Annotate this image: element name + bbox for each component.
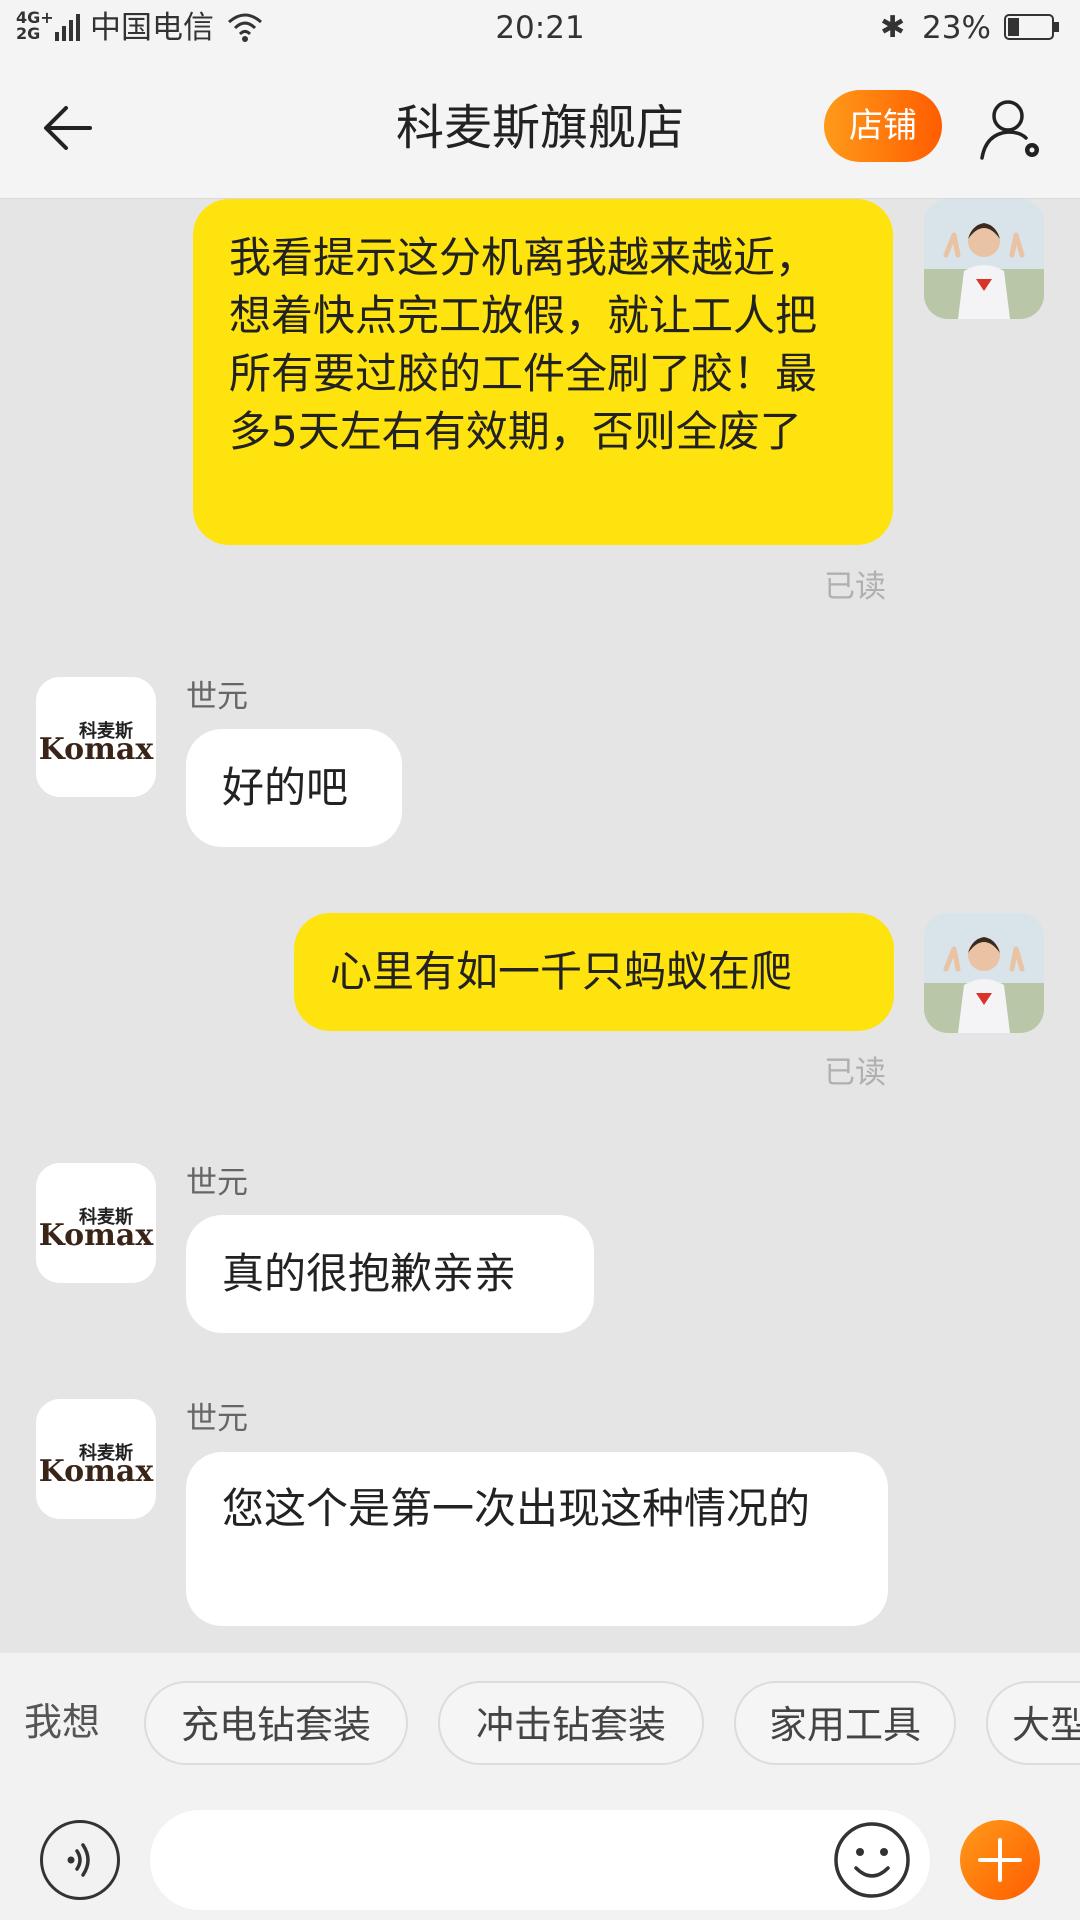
chat-messages[interactable]: 我看提示这分机离我越来越近，想着快点完工放假，就让工人把所有要过胶的工件全刷了胶…	[0, 199, 1080, 1653]
voice-waves	[67, 1843, 90, 1877]
message-text: 真的很抱歉亲亲	[222, 1249, 517, 1298]
read-status: 已读	[824, 1055, 886, 1091]
svg-text:Komax: Komax	[39, 1218, 155, 1253]
back-arrow-icon[interactable]	[40, 98, 100, 158]
komax-logo: 科麦斯 Komax	[39, 1442, 155, 1489]
input-bar	[0, 1800, 1080, 1920]
user-photo	[924, 199, 1044, 319]
user-photo	[924, 913, 1044, 1033]
signal-icon	[55, 14, 80, 41]
suggestion-bar: 我想 充电钻套装 冲击钻套装 家用工具 大型	[0, 1653, 1080, 1800]
my-avatar[interactable]	[924, 199, 1044, 319]
message-text: 好的吧	[222, 763, 349, 812]
read-status: 已读	[824, 569, 886, 605]
shop-avatar[interactable]: 科麦斯 Komax	[36, 677, 156, 797]
suggestion-chip[interactable]: 大型	[986, 1681, 1080, 1765]
battery-percent: 23%	[922, 10, 991, 46]
status-time: 20:21	[495, 10, 585, 46]
message-text: 您这个是第一次出现这种情况的	[222, 1484, 811, 1533]
emoji-icon[interactable]	[832, 1820, 912, 1900]
suggestion-chip[interactable]: 充电钻套装	[144, 1681, 408, 1765]
my-message-bubble[interactable]: 心里有如一千只蚂蚁在爬	[294, 913, 894, 1031]
svg-text:Komax: Komax	[39, 1454, 155, 1489]
message-input[interactable]	[150, 1810, 930, 1910]
chat-header: 科麦斯旗舰店 店铺	[0, 58, 1080, 199]
shop-message-bubble[interactable]: 您这个是第一次出现这种情况的	[186, 1452, 888, 1626]
network-type: 4G+ 2G	[16, 8, 54, 43]
shop-button[interactable]: 店铺	[824, 90, 942, 162]
bluetooth-icon: ✱	[880, 10, 906, 45]
my-avatar[interactable]	[924, 913, 1044, 1033]
battery-icon	[1004, 14, 1059, 40]
komax-logo: 科麦斯 Komax	[39, 720, 155, 767]
plus-glyph	[978, 1838, 1022, 1882]
sender-name: 世元	[186, 1165, 248, 1201]
message-text: 心里有如一千只蚂蚁在爬	[330, 947, 793, 996]
komax-logo: 科麦斯 Komax	[39, 1206, 155, 1253]
status-bar: 4G+ 2G 中国电信 20:21 ✱ 23%	[0, 0, 1080, 58]
suggestion-chip[interactable]: 家用工具	[734, 1681, 956, 1765]
shop-avatar[interactable]: 科麦斯 Komax	[36, 1399, 156, 1519]
my-message-bubble[interactable]: 我看提示这分机离我越来越近，想着快点完工放假，就让工人把所有要过胶的工件全刷了胶…	[193, 199, 893, 545]
carrier-name: 中国电信	[90, 10, 214, 46]
shop-message-bubble[interactable]: 真的很抱歉亲亲	[186, 1215, 594, 1333]
message-text: 我看提示这分机离我越来越近，想着快点完工放假，就让工人把所有要过胶的工件全刷了胶…	[229, 233, 818, 456]
plus-icon[interactable]	[960, 1820, 1040, 1900]
page-title: 科麦斯旗舰店	[395, 100, 684, 156]
sender-name: 世元	[186, 1401, 248, 1437]
suggestion-label: 我想	[24, 1700, 101, 1744]
wifi-icon	[228, 13, 262, 42]
shop-message-bubble[interactable]: 好的吧	[186, 729, 402, 847]
profile-settings-icon[interactable]	[976, 92, 1048, 164]
suggestion-chip[interactable]: 冲击钻套装	[438, 1681, 704, 1765]
svg-text:Komax: Komax	[39, 732, 155, 767]
voice-icon[interactable]	[40, 1820, 120, 1900]
shop-avatar[interactable]: 科麦斯 Komax	[36, 1163, 156, 1283]
sender-name: 世元	[186, 679, 248, 715]
